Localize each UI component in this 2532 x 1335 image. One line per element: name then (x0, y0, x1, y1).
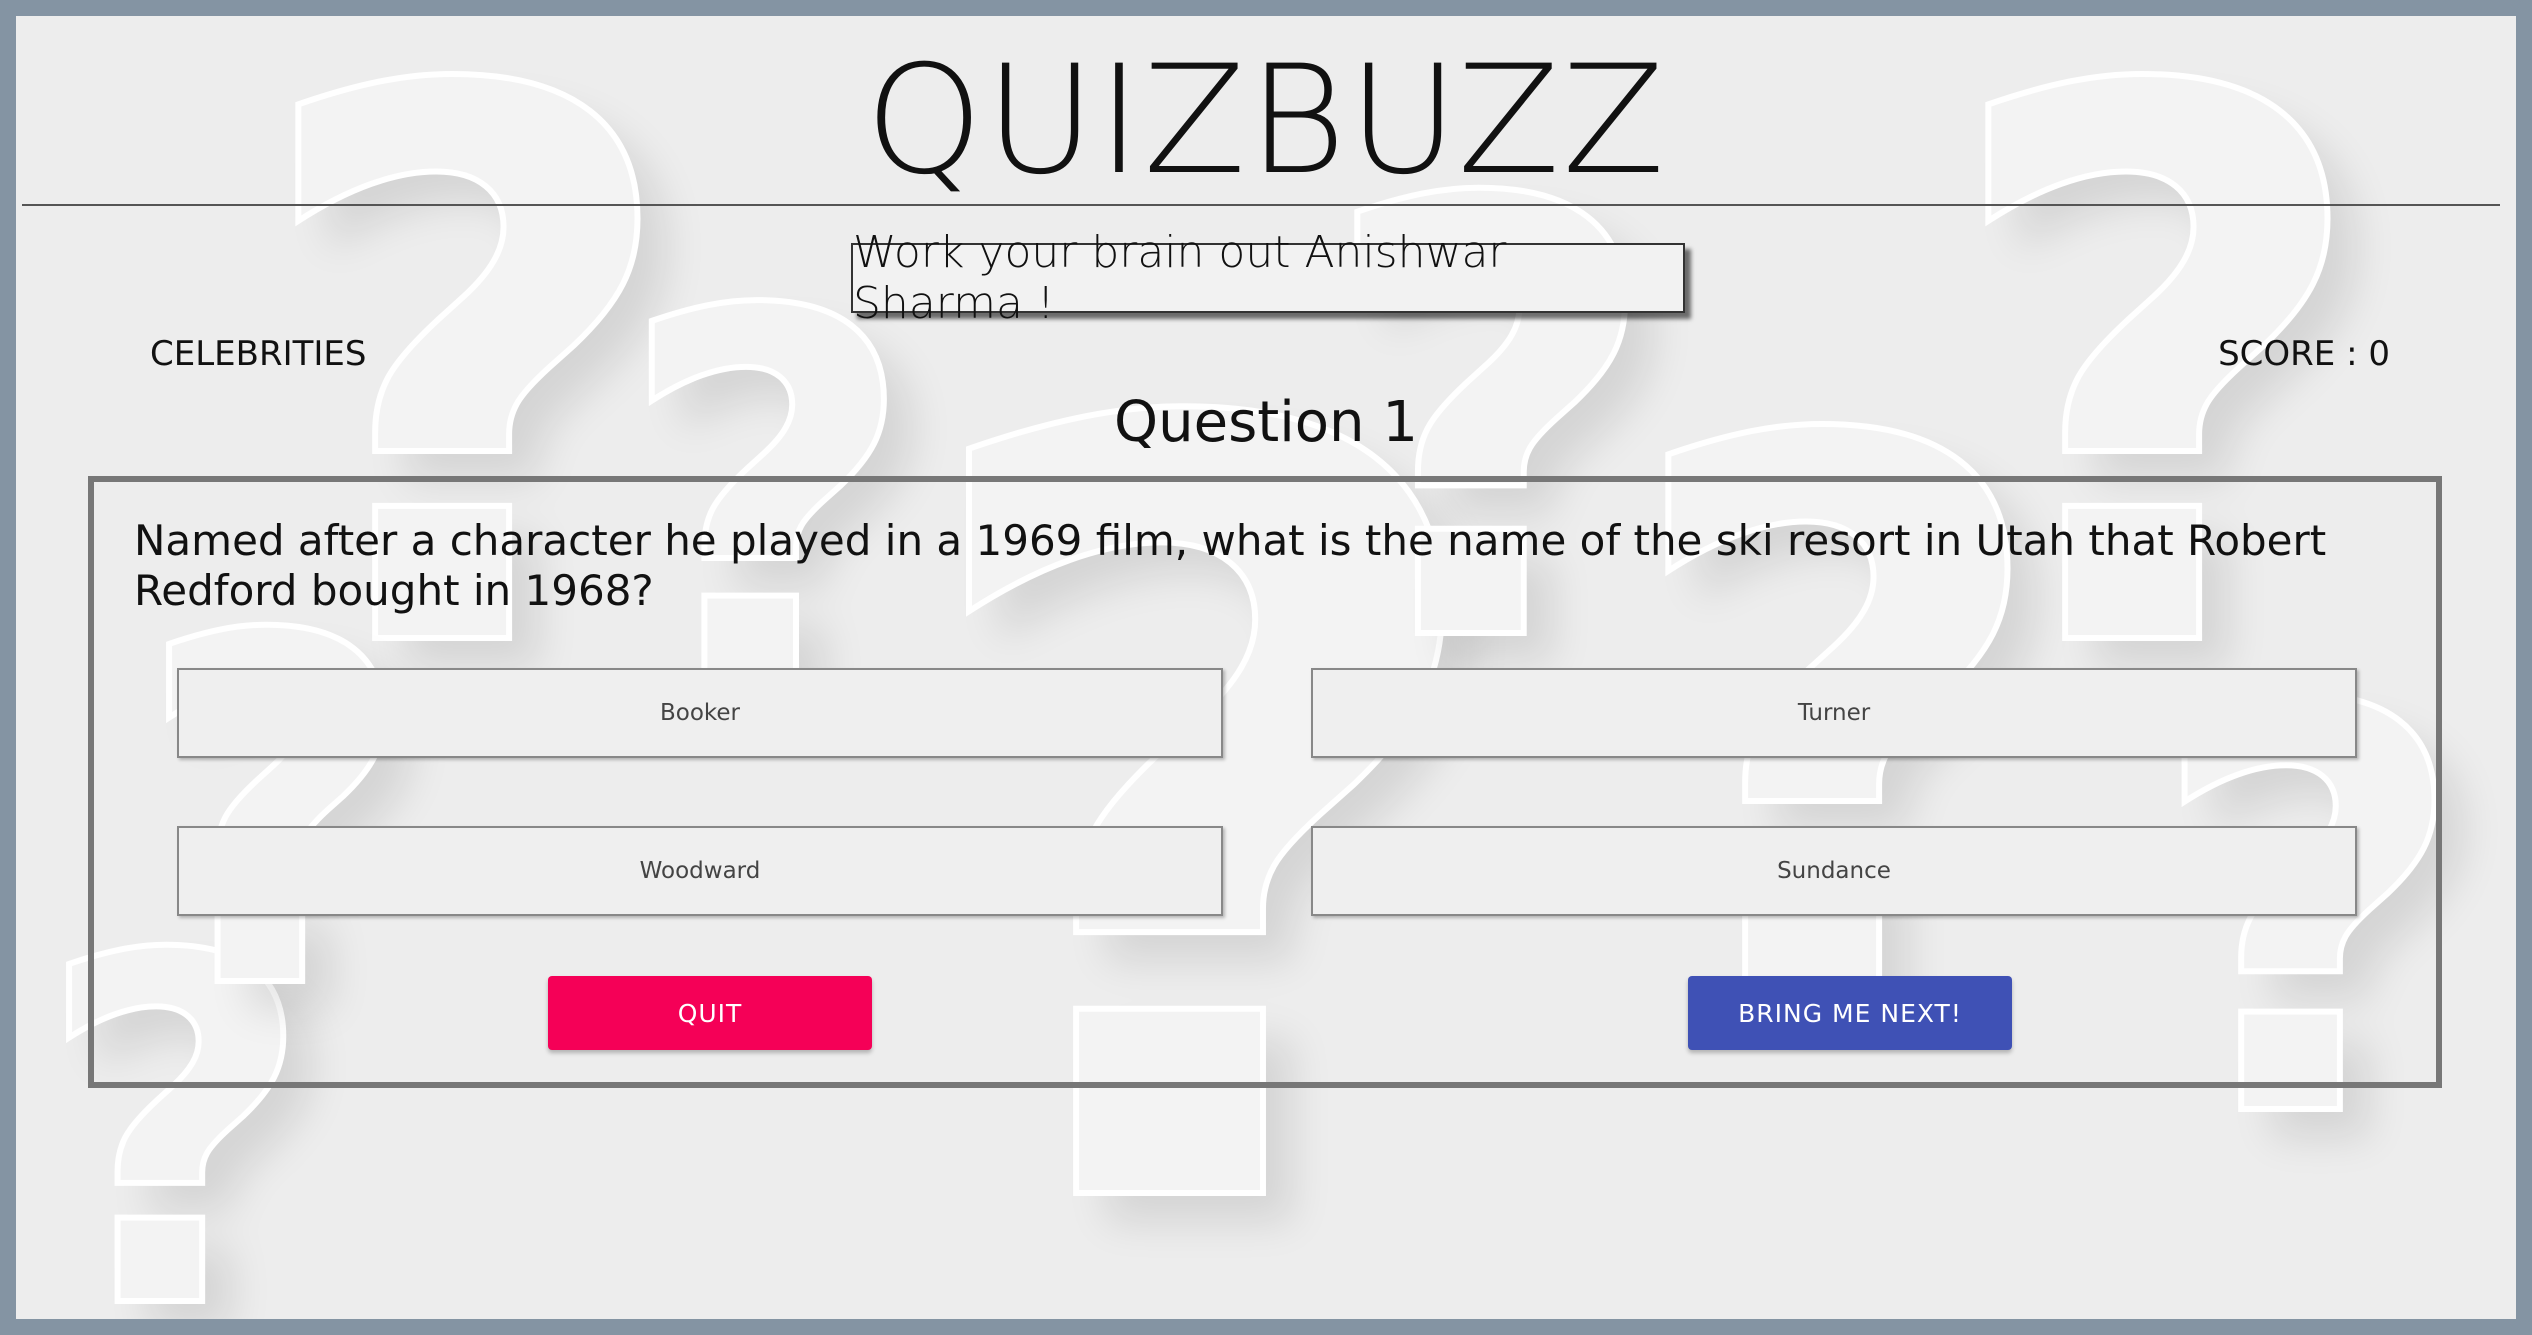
score-label: SCORE : 0 (2218, 334, 2390, 374)
question-number: Question 1 (1114, 390, 1418, 455)
quit-button[interactable]: QUIT (548, 976, 872, 1050)
app-frame: ? ? ? ? ? ? ? ? ? QUIZBUZZ Work your bra… (16, 16, 2516, 1319)
category-label: CELEBRITIES (150, 334, 367, 374)
title-divider (22, 204, 2500, 206)
next-question-button[interactable]: BRING ME NEXT! (1688, 976, 2012, 1050)
option-button-2[interactable]: Turner (1311, 668, 2357, 758)
question-text: Named after a character he played in a 1… (134, 516, 2327, 615)
question-card: Named after a character he played in a 1… (88, 476, 2442, 1088)
option-button-1[interactable]: Booker (177, 668, 1223, 758)
option-button-4[interactable]: Sundance (1311, 826, 2357, 916)
option-button-3[interactable]: Woodward (177, 826, 1223, 916)
greeting-banner: Work your brain out Anishwar Sharma ! (851, 227, 1685, 329)
app-title: QUIZBUZZ (865, 34, 1667, 208)
